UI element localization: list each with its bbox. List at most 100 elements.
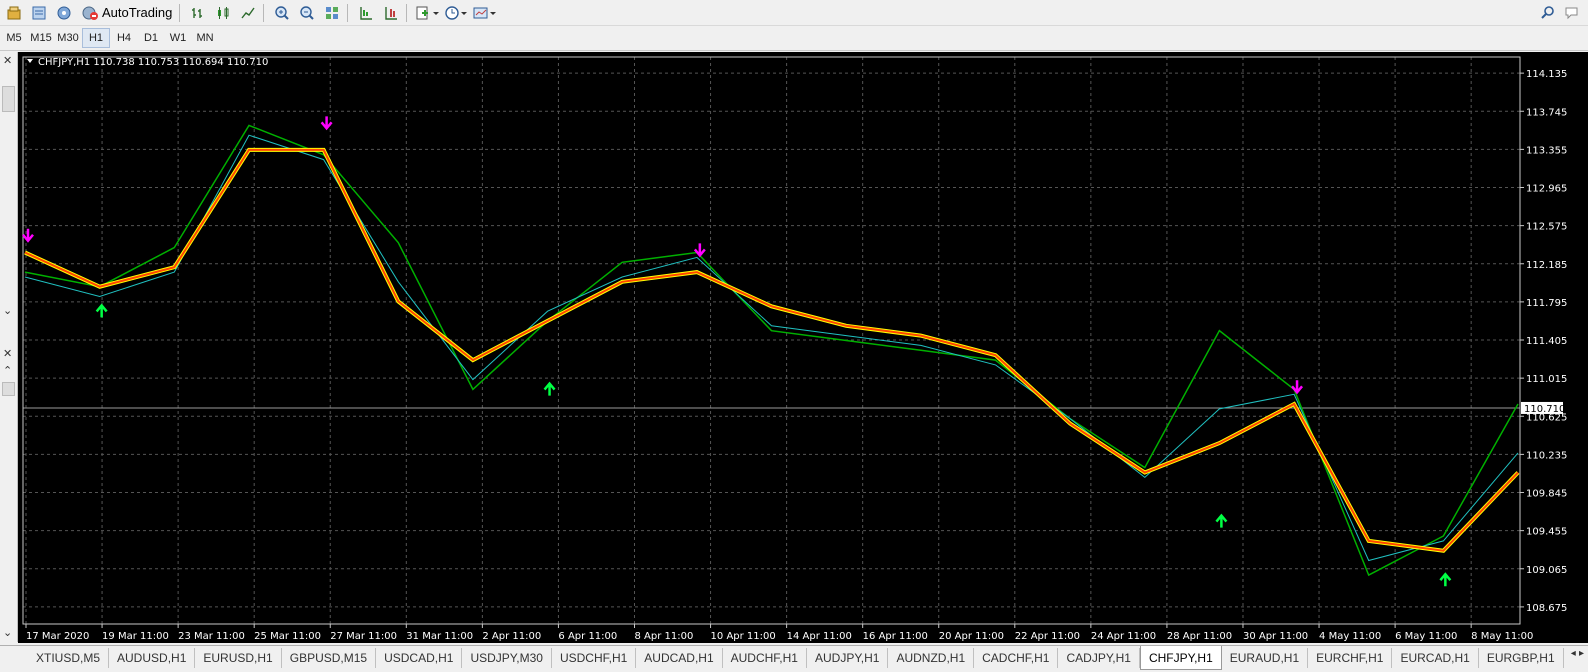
chart-tab[interactable]: AUDCAD,H1 <box>636 648 723 668</box>
price-tick-label: 108.675 <box>1526 603 1567 614</box>
buy-arrow-icon <box>1439 572 1452 587</box>
close-icon[interactable]: ✕ <box>3 347 12 360</box>
trailing-stop-line <box>24 148 1519 552</box>
timeframe-h4[interactable]: H4 <box>111 28 137 48</box>
price-tick-label: 111.795 <box>1526 298 1567 309</box>
tab-scroll-arrows[interactable]: ◂ ▸ <box>1571 648 1584 659</box>
sell-arrow-icon <box>693 243 706 258</box>
chart-tab[interactable]: AUDUSD,H1 <box>109 648 196 668</box>
chart-tab[interactable]: CADJPY,H1 <box>1058 648 1140 668</box>
candlestick-icon[interactable] <box>212 3 234 23</box>
left-panel: ✕ ⌄ ✕ ⌃ ⌄ <box>0 52 18 642</box>
time-tick-label: 25 Mar 11:00 <box>254 631 321 642</box>
chevron-down-icon[interactable]: ⌄ <box>3 626 12 639</box>
timeframe-w1[interactable]: W1 <box>165 28 191 48</box>
price-chart[interactable]: 114.135 113.745 113.355 112.965 112.575 112.1… <box>18 52 1588 643</box>
chart-title: CHFJPY,H1 110.738 110.753 110.694 110.71… <box>38 57 268 68</box>
time-tick-label: 17 Mar 2020 <box>26 631 89 642</box>
scrollbar-thumb[interactable] <box>2 86 15 112</box>
buy-arrow-icon <box>1215 513 1228 528</box>
chart-tab[interactable]: XTIUSD,M5 <box>28 648 110 668</box>
time-tick-label: 28 Apr 11:00 <box>1167 631 1232 642</box>
time-tick-label: 8 Apr 11:00 <box>634 631 693 642</box>
chevron-down-icon[interactable]: ⌄ <box>3 304 12 317</box>
scrollbar-thumb[interactable] <box>2 382 15 396</box>
time-tick-label: 6 May 11:00 <box>1395 631 1457 642</box>
timeframe-m30[interactable]: M30 <box>55 28 81 48</box>
tile-windows-icon[interactable] <box>321 3 343 23</box>
auto-scroll-icon[interactable] <box>355 3 377 23</box>
chart-tab[interactable]: EURGBP,H1 <box>1479 648 1564 668</box>
zoom-in-icon[interactable] <box>271 3 293 23</box>
price-tick-label: 111.405 <box>1526 336 1567 347</box>
timeframes-toolbar: M5 M15 M30 H1 H4 D1 W1 MN <box>0 26 1588 51</box>
buy-arrow-icon <box>543 381 556 396</box>
bar-chart-icon[interactable] <box>187 3 209 23</box>
chevron-down-icon <box>27 59 33 63</box>
chart-tab[interactable]: EURCHF,H1 <box>1308 648 1393 668</box>
time-tick-label: 22 Apr 11:00 <box>1015 631 1080 642</box>
time-tick-label: 23 Mar 11:00 <box>178 631 245 642</box>
moving-average-line <box>24 134 1519 562</box>
chart-tabs: XTIUSD,M5 AUDUSD,H1 EURUSD,H1 GBPUSD,M15 USD… <box>0 645 1588 672</box>
price-tick-label: 109.065 <box>1526 565 1567 576</box>
autotrading-label: AutoTrading <box>102 5 173 20</box>
chat-icon[interactable] <box>1562 3 1584 23</box>
timeframe-mn[interactable]: MN <box>192 28 218 48</box>
price-tick-label: 112.965 <box>1526 184 1567 195</box>
sell-arrow-icon <box>1291 380 1304 395</box>
chart-tab[interactable]: EURUSD,H1 <box>195 648 282 668</box>
close-icon[interactable]: ✕ <box>3 54 12 67</box>
chart-tab[interactable]: GBPUSD,M15 <box>282 648 377 668</box>
chart-tab[interactable]: AUDJPY,H1 <box>807 648 889 668</box>
chart-tab[interactable]: CHFJPY,H1 <box>1139 646 1222 670</box>
chevron-up-icon[interactable]: ⌃ <box>3 364 12 377</box>
chart-tab[interactable]: USDJPY,M30 <box>462 648 552 668</box>
price-axis: 114.135 113.745 113.355 112.965 112.575 112.1… <box>1520 69 1567 614</box>
time-tick-label: 16 Apr 11:00 <box>863 631 928 642</box>
market-watch-icon[interactable] <box>28 3 50 23</box>
chart-tab[interactable]: AUDCHF,H1 <box>723 648 807 668</box>
price-line <box>24 124 1519 577</box>
zoom-out-icon[interactable] <box>296 3 318 23</box>
toolbar-separator <box>179 3 181 22</box>
timeframe-d1[interactable]: D1 <box>138 28 164 48</box>
chart-grid <box>23 57 1520 624</box>
new-order-icon[interactable] <box>3 3 25 23</box>
timeframe-m15[interactable]: M15 <box>28 28 54 48</box>
price-tick-label: 113.745 <box>1526 107 1567 118</box>
main-toolbar: AutoTrading <box>0 0 1588 26</box>
timeframe-h1[interactable]: H1 <box>82 28 110 48</box>
price-tick-label: 109.455 <box>1526 527 1567 538</box>
chart-tab[interactable]: CADCHF,H1 <box>974 648 1059 668</box>
time-axis: 17 Mar 2020 19 Mar 11:00 23 Mar 11:00 25 Ma… <box>25 624 1533 642</box>
timeframe-m5[interactable]: M5 <box>1 28 27 48</box>
time-tick-label: 8 May 11:00 <box>1471 631 1533 642</box>
navigator-icon[interactable] <box>53 3 75 23</box>
autotrading-button[interactable]: AutoTrading <box>78 3 175 23</box>
time-tick-label: 24 Apr 11:00 <box>1091 631 1156 642</box>
search-icon[interactable] <box>1537 3 1559 23</box>
chart-tab[interactable]: EURAUD,H1 <box>1222 648 1309 668</box>
indicators-dropdown-icon[interactable] <box>414 3 440 23</box>
chart-window[interactable]: 114.135 113.745 113.355 112.965 112.575 112.1… <box>18 52 1588 643</box>
chart-tab[interactable]: USDCHF,H1 <box>552 648 637 668</box>
templates-dropdown-icon[interactable] <box>472 3 498 23</box>
chart-tab[interactable]: USDCAD,H1 <box>376 648 463 668</box>
toolbar-separator <box>263 3 265 22</box>
current-price-label: 110.710 <box>1524 404 1565 415</box>
price-tick-label: 110.235 <box>1526 450 1567 461</box>
price-tick-label: 113.355 <box>1526 145 1567 156</box>
toolbar-separator <box>406 3 408 22</box>
time-tick-label: 20 Apr 11:00 <box>939 631 1004 642</box>
line-chart-icon[interactable] <box>237 3 259 23</box>
chart-shift-icon[interactable] <box>380 3 402 23</box>
time-tick-label: 27 Mar 11:00 <box>330 631 397 642</box>
periods-dropdown-icon[interactable] <box>443 3 469 23</box>
time-tick-label: 2 Apr 11:00 <box>482 631 541 642</box>
chart-tab[interactable]: EURCAD,H1 <box>1392 648 1479 668</box>
time-tick-label: 10 Apr 11:00 <box>711 631 776 642</box>
chart-tab[interactable]: AUDNZD,H1 <box>888 648 975 668</box>
chart-header: CHFJPY,H1 110.738 110.753 110.694 110.71… <box>27 57 268 68</box>
price-tick-label: 112.575 <box>1526 222 1567 233</box>
